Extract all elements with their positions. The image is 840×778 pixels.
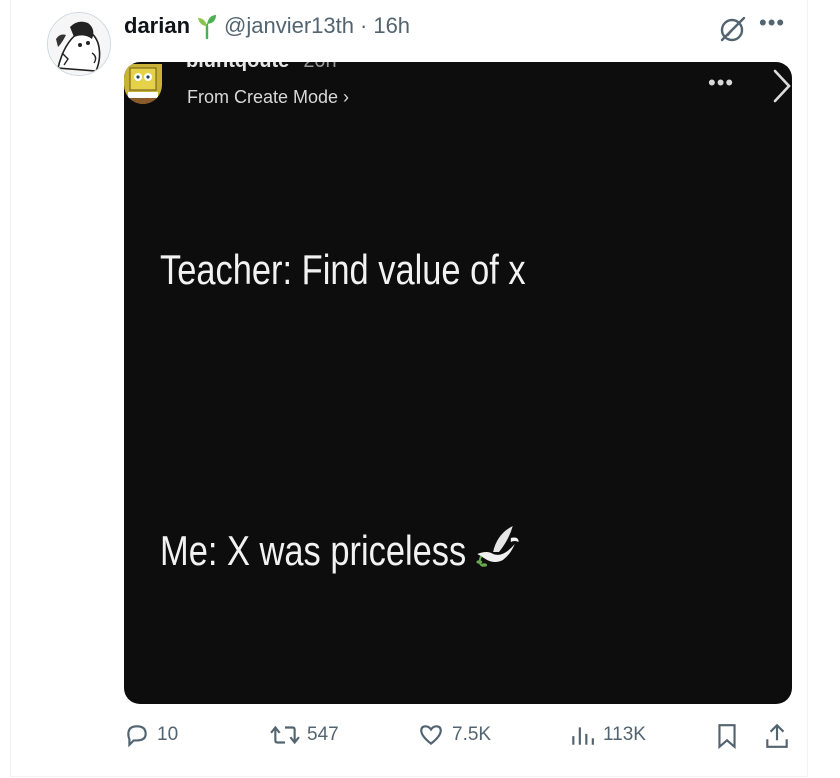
inner-username: bluntqoute 20h bbox=[186, 62, 337, 73]
share-icon bbox=[766, 723, 788, 748]
reply-button[interactable]: 10 bbox=[124, 722, 178, 748]
repost-count: 547 bbox=[307, 724, 339, 745]
inner-more-icon: ••• bbox=[708, 70, 735, 95]
dove-icon bbox=[474, 524, 521, 578]
teacher-text: Teacher: Find value of x bbox=[160, 246, 526, 293]
bookmark-icon bbox=[718, 724, 736, 750]
inner-time: 20h bbox=[303, 62, 336, 72]
views-icon bbox=[572, 727, 594, 745]
like-count: 7.5K bbox=[452, 724, 492, 745]
grok-icon[interactable] bbox=[718, 14, 748, 44]
from-create-mode: From Create Mode › bbox=[187, 87, 350, 107]
repost-icon bbox=[270, 725, 300, 745]
chevron-right-icon bbox=[772, 68, 792, 109]
me-text-row: Me: X was priceless bbox=[160, 524, 520, 578]
separator-dot: · bbox=[360, 13, 368, 38]
inner-avatar bbox=[124, 64, 162, 104]
author-name[interactable]: darian bbox=[124, 13, 190, 39]
more-icon[interactable]: ••• bbox=[759, 10, 785, 36]
author-avatar[interactable] bbox=[47, 12, 111, 76]
tweet-card[interactable]: darian @janvier13th · 16h ••• From Creat… bbox=[10, 0, 808, 777]
inner-username-text: bluntqoute bbox=[186, 62, 289, 72]
me-text: Me: X was priceless bbox=[160, 527, 467, 574]
share-button[interactable] bbox=[764, 722, 797, 750]
repost-button[interactable]: 547 bbox=[270, 722, 339, 748]
like-button[interactable]: 7.5K bbox=[417, 722, 491, 748]
reply-icon bbox=[127, 725, 147, 748]
media-image[interactable]: bluntqoute 20h From Create Mode › ••• Tea… bbox=[124, 62, 792, 704]
sprout-icon bbox=[196, 13, 218, 39]
reply-count: 10 bbox=[157, 724, 179, 745]
bookmark-button[interactable] bbox=[714, 722, 747, 750]
heart-icon bbox=[420, 725, 442, 746]
tweet-time[interactable]: 16h bbox=[373, 13, 410, 39]
views-button[interactable]: 113K bbox=[568, 722, 646, 748]
views-count: 113K bbox=[603, 724, 646, 745]
author-handle[interactable]: @janvier13th bbox=[224, 13, 354, 39]
tweet-header: darian @janvier13th · 16h bbox=[124, 12, 410, 40]
